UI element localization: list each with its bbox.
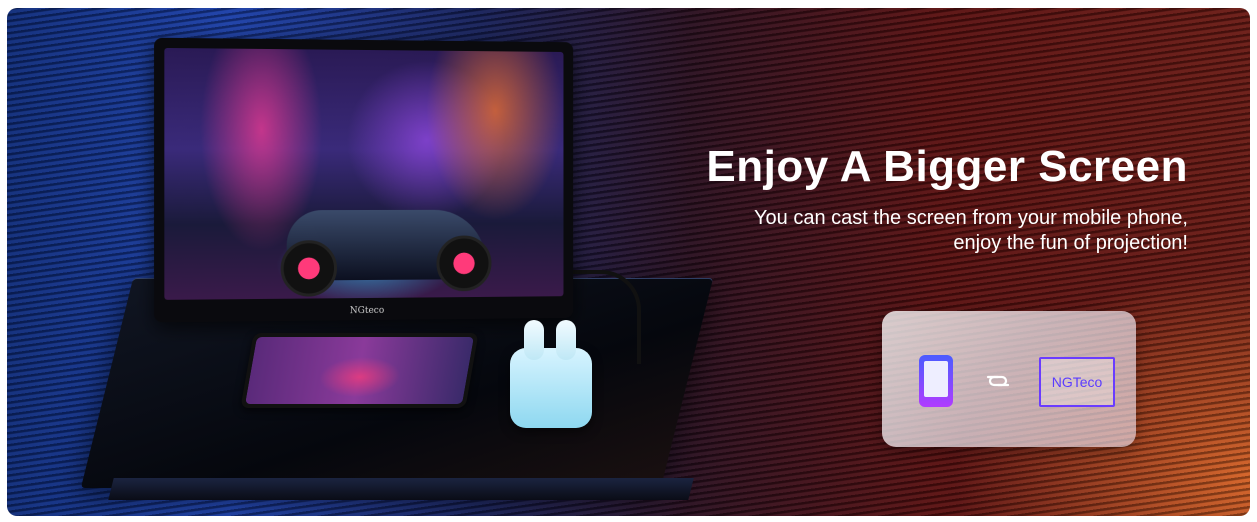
smartphone xyxy=(240,333,479,408)
smartphone-screen xyxy=(245,337,474,404)
monitor-screen-artwork xyxy=(164,47,564,300)
portable-monitor: NGteco xyxy=(154,37,574,323)
promo-banner: NGteco Enjoy A Bigger Screen You can cas… xyxy=(7,8,1250,516)
monitor-logo: NGteco xyxy=(349,305,385,317)
earbud-left xyxy=(524,320,544,360)
link-icon xyxy=(986,375,1010,387)
ngteco-brand-box: NGTeco xyxy=(1039,357,1115,407)
headline-subtitle: You can cast the screen from your mobile… xyxy=(754,207,1188,254)
wheel-front xyxy=(280,240,338,297)
wheel-rear xyxy=(436,235,492,292)
motorcycle-art xyxy=(280,209,492,297)
earbud-right xyxy=(556,320,576,360)
smartphone-icon xyxy=(919,355,953,407)
cast-info-card: NGTeco xyxy=(882,311,1136,447)
earbuds-case xyxy=(510,320,592,428)
display-stand-edge xyxy=(108,478,694,500)
headline-title: Enjoy A Bigger Screen xyxy=(706,142,1188,191)
